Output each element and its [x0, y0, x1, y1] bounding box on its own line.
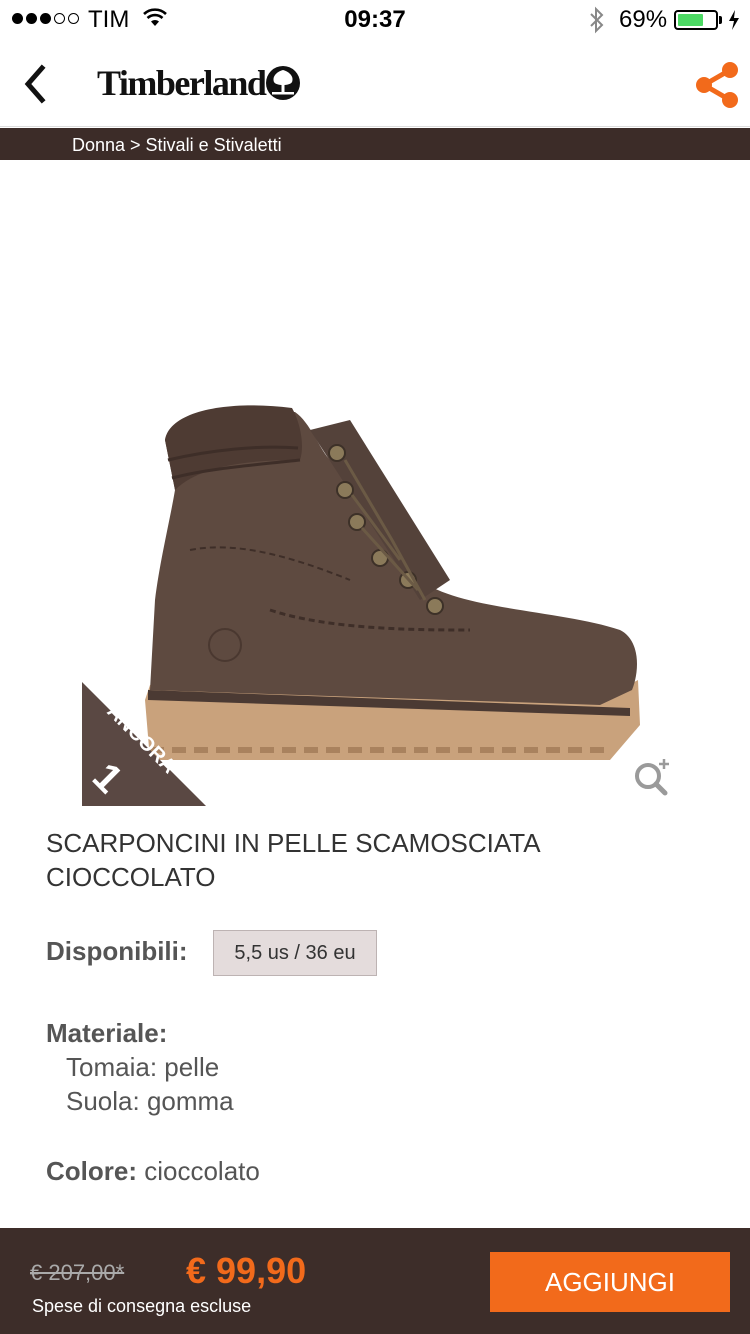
size-option[interactable]: 5,5 us / 36 eu [213, 930, 377, 976]
available-label: Disponibili: [46, 936, 188, 966]
navigation-bar: Timberland [0, 40, 750, 127]
charging-icon [729, 10, 739, 30]
tree-logo-icon [266, 66, 300, 100]
material-label: Materiale: [46, 1018, 168, 1048]
shipping-note: Spese di consegna escluse [32, 1296, 252, 1316]
chevron-left-icon[interactable] [22, 62, 52, 106]
share-icon[interactable] [694, 60, 740, 110]
color-row: Colore: cioccolato [46, 1156, 260, 1187]
breadcrumb[interactable]: Donna > Stivali e Stivaletti [0, 128, 750, 160]
material-sole: Suola: gomma [66, 1086, 234, 1116]
add-to-cart-button[interactable]: AGGIUNGI [490, 1252, 730, 1312]
stock-badge: ANCORA 1 [82, 682, 206, 806]
bluetooth-icon [590, 6, 604, 34]
color-value: cioccolato [144, 1156, 260, 1186]
battery-icon [674, 10, 718, 30]
breadcrumb-text[interactable]: Donna > Stivali e Stivaletti [72, 135, 282, 156]
color-label: Colore: [46, 1156, 137, 1186]
battery-percent: 69% [619, 6, 668, 33]
material-upper: Tomaia: pelle [66, 1052, 220, 1082]
old-price: € 207,00* [30, 1260, 125, 1285]
brand-logo: Timberland [97, 63, 267, 103]
purchase-bar: € 207,00* € 99,90 Spese di consegna escl… [0, 1228, 750, 1334]
status-bar: TIM 09:37 69% [0, 0, 750, 40]
zoom-in-icon[interactable] [630, 754, 674, 798]
sale-price: € 99,90 [186, 1250, 307, 1291]
product-title: SCARPONCINI IN PELLE SCAMOSCIATA CIOCCOL… [46, 828, 540, 892]
